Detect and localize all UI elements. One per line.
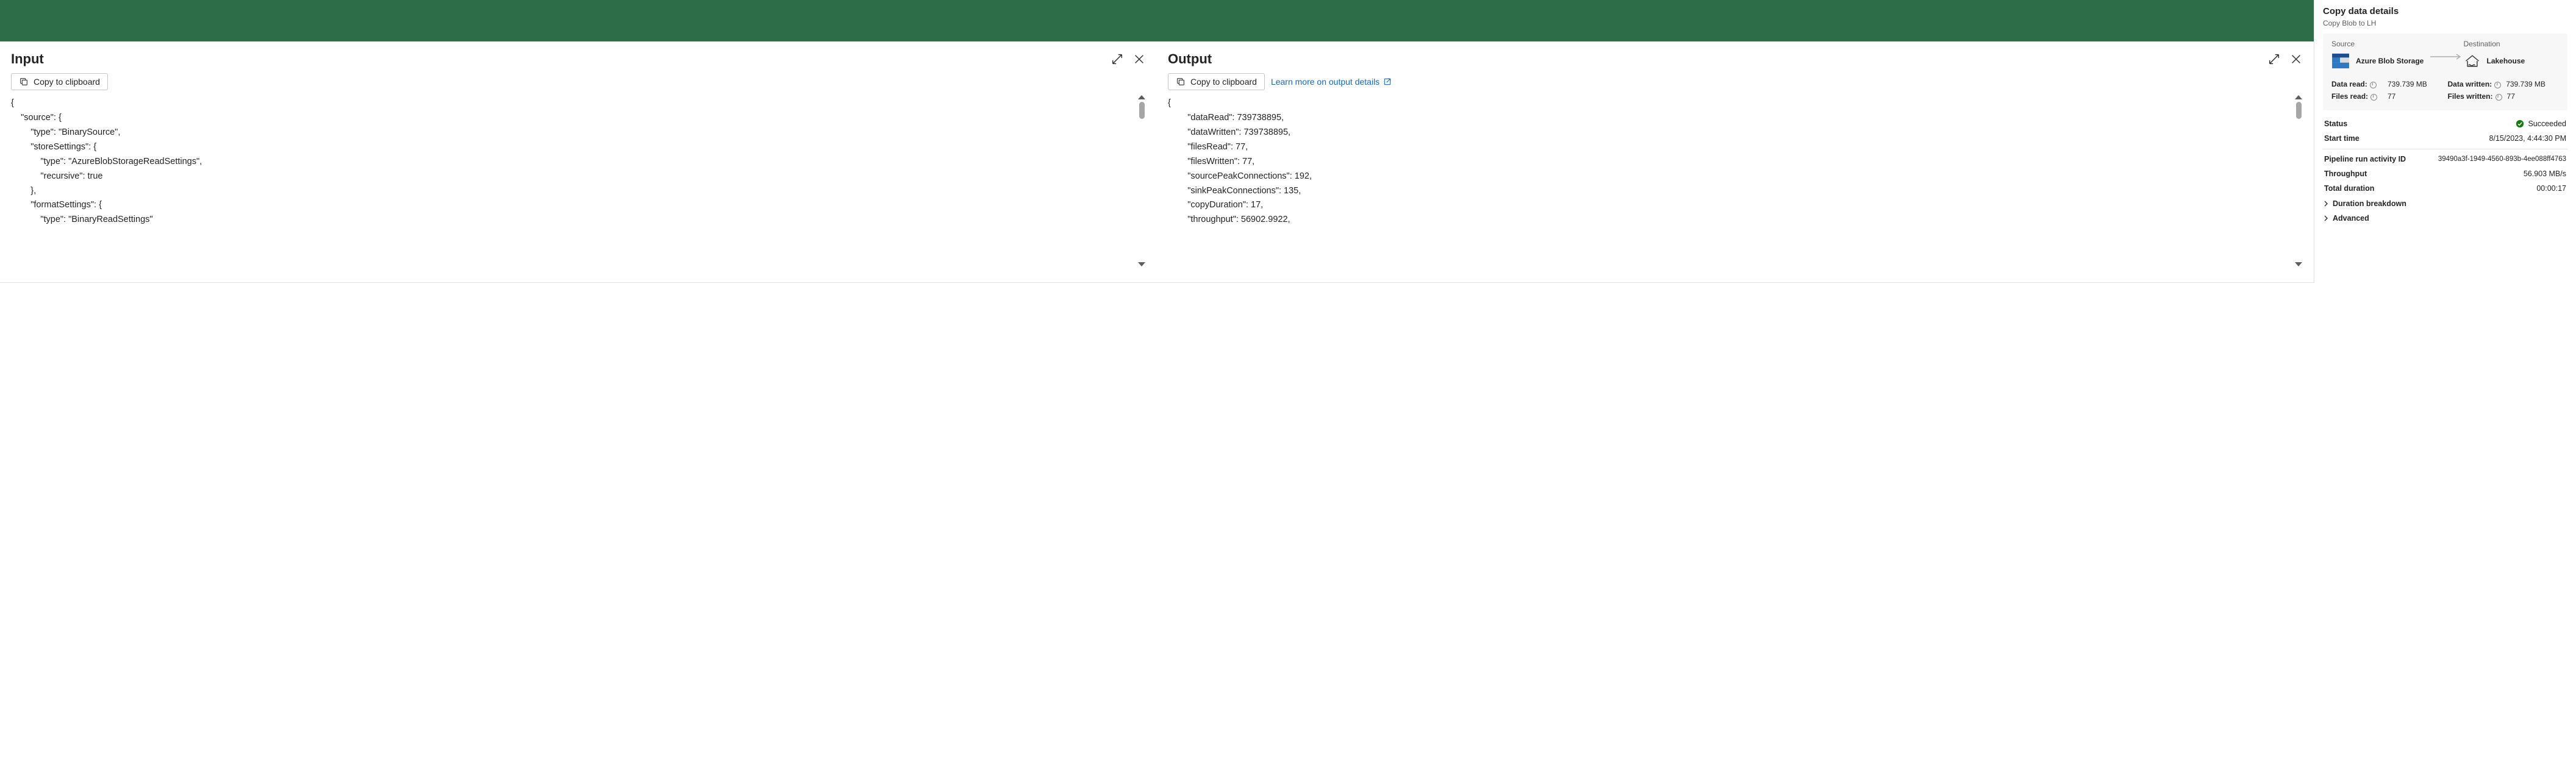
destination-badge: Lakehouse	[2464, 53, 2525, 69]
total-duration-row: Total duration 00:00:17	[2323, 181, 2567, 196]
success-check-icon	[2516, 120, 2524, 128]
details-subtitle: Copy Blob to LH	[2323, 19, 2567, 27]
input-json-text[interactable]: { "source": { "type": "BinarySource", "s…	[11, 95, 1146, 277]
details-title: Copy data details	[2323, 6, 2567, 16]
arrow-right-icon	[2430, 53, 2461, 60]
close-icon[interactable]	[2289, 52, 2303, 66]
start-time-row: Start time 8/15/2023, 4:44:30 PM	[2323, 131, 2567, 149]
files-written-label: Files written:	[2448, 92, 2493, 101]
data-read-row: Data read: 739.739 MB	[2331, 80, 2443, 88]
status-label: Status	[2324, 120, 2347, 128]
destination-heading: Destination	[2464, 40, 2500, 48]
copy-to-clipboard-button[interactable]: Copy to clipboard	[1168, 73, 1265, 90]
activity-id-label: Pipeline run activity ID	[2324, 155, 2406, 163]
data-read-label: Data read:	[2331, 80, 2367, 88]
data-written-row: Data written: 739.739 MB	[2448, 80, 2560, 88]
throughput-label: Throughput	[2324, 170, 2367, 178]
info-icon[interactable]	[2494, 82, 2501, 88]
details-kv-block: Status Succeeded Start time 8/15/2023, 4…	[2323, 116, 2567, 225]
output-json-text[interactable]: { "dataRead": 739738895, "dataWritten": …	[1168, 95, 2303, 277]
status-value: Succeeded	[2528, 120, 2566, 128]
input-toolbar: Copy to clipboard	[11, 73, 1146, 90]
scroll-down-icon[interactable]	[2295, 262, 2302, 266]
scroll-up-icon[interactable]	[2295, 95, 2302, 99]
close-icon[interactable]	[1132, 52, 1146, 66]
top-green-bar	[0, 0, 2314, 41]
io-panels-row: Input Copy to clipboard	[0, 41, 2314, 283]
destination-name: Lakehouse	[2487, 57, 2525, 65]
files-read-row: Files read: 77	[2331, 92, 2443, 101]
output-header-controls	[2267, 52, 2303, 66]
scroll-up-icon[interactable]	[1138, 95, 1145, 99]
files-written-row: Files written: 77	[2448, 92, 2560, 101]
throughput-row: Throughput 56.903 MB/s	[2323, 166, 2567, 181]
total-duration-label: Total duration	[2324, 184, 2374, 193]
chevron-right-icon	[2323, 215, 2329, 221]
learn-more-label: Learn more on output details	[1271, 77, 1379, 87]
data-written-label: Data written:	[2448, 80, 2492, 88]
activity-id-row: Pipeline run activity ID 39490a3f-1949-4…	[2323, 152, 2567, 166]
info-icon[interactable]	[2496, 94, 2502, 101]
input-panel-header: Input	[11, 51, 1146, 67]
data-read-value: 739.739 MB	[2388, 80, 2427, 88]
source-stats: Data read: 739.739 MB Files read: 77	[2331, 80, 2443, 101]
external-link-icon	[1383, 77, 1392, 86]
info-icon[interactable]	[2370, 82, 2377, 88]
lakehouse-icon	[2464, 53, 2481, 69]
files-read-value: 77	[2388, 92, 2395, 101]
output-json-container: { "dataRead": 739738895, "dataWritten": …	[1168, 95, 2303, 277]
source-heading: Source	[2331, 40, 2355, 48]
duration-breakdown-expander[interactable]: Duration breakdown	[2323, 196, 2567, 210]
input-panel: Input Copy to clipboard	[0, 41, 1157, 282]
advanced-expander[interactable]: Advanced	[2323, 210, 2567, 225]
input-header-controls	[1111, 52, 1146, 66]
copy-button-label: Copy to clipboard	[34, 77, 100, 87]
status-row: Status Succeeded	[2323, 116, 2567, 131]
input-json-container: { "source": { "type": "BinarySource", "s…	[11, 95, 1146, 277]
input-scrollbar[interactable]	[1139, 95, 1145, 266]
start-time-value: 8/15/2023, 4:44:30 PM	[2489, 134, 2566, 143]
copy-button-label: Copy to clipboard	[1190, 77, 1257, 87]
source-badge: Azure Blob Storage	[2331, 53, 2424, 69]
info-icon[interactable]	[2370, 94, 2377, 101]
chevron-right-icon	[2323, 201, 2329, 207]
app-root: Input Copy to clipboard	[0, 0, 2576, 283]
azure-blob-storage-icon	[2331, 53, 2350, 69]
throughput-value: 56.903 MB/s	[2524, 170, 2566, 178]
files-written-value: 77	[2507, 92, 2515, 101]
output-panel-header: Output	[1168, 51, 2303, 67]
scroll-thumb[interactable]	[2296, 102, 2302, 119]
activity-id-value: 39490a3f-1949-4560-893b-4ee088ff4763	[2438, 155, 2566, 163]
files-read-label: Files read:	[2331, 92, 2368, 101]
flow-header-row: Source Azure Blob Storage	[2331, 40, 2559, 69]
left-area: Input Copy to clipboard	[0, 0, 2314, 283]
card-stats-row: Data read: 739.739 MB Files read: 77 Dat…	[2331, 80, 2559, 101]
advanced-label: Advanced	[2333, 214, 2369, 223]
output-toolbar: Copy to clipboard Learn more on output d…	[1168, 73, 2303, 90]
copy-icon	[19, 77, 29, 87]
start-time-label: Start time	[2324, 134, 2360, 143]
destination-stats: Data written: 739.739 MB Files written: …	[2448, 80, 2560, 101]
expand-icon[interactable]	[1111, 52, 1124, 66]
source-name: Azure Blob Storage	[2356, 57, 2424, 65]
output-panel: Output Copy to clipboard	[1157, 41, 2314, 282]
data-written-value: 739.739 MB	[2506, 80, 2546, 88]
duration-breakdown-label: Duration breakdown	[2333, 199, 2406, 208]
learn-more-link[interactable]: Learn more on output details	[1271, 77, 1392, 87]
scroll-down-icon[interactable]	[1138, 262, 1145, 266]
copy-icon	[1176, 77, 1186, 87]
input-panel-title: Input	[11, 51, 44, 67]
copy-to-clipboard-button[interactable]: Copy to clipboard	[11, 73, 108, 90]
expand-icon[interactable]	[2267, 52, 2281, 66]
total-duration-value: 00:00:17	[2536, 184, 2566, 193]
scroll-thumb[interactable]	[1139, 102, 1145, 119]
output-panel-title: Output	[1168, 51, 1212, 67]
flow-arrow	[2427, 53, 2464, 60]
source-destination-card: Source Azure Blob Storage	[2323, 34, 2567, 110]
copy-details-pane: Copy data details Copy Blob to LH Source	[2314, 0, 2576, 283]
output-scrollbar[interactable]	[2295, 95, 2302, 266]
destination-column: Destination Lakehouse	[2464, 40, 2560, 69]
source-column: Source Azure Blob Storage	[2331, 40, 2427, 69]
